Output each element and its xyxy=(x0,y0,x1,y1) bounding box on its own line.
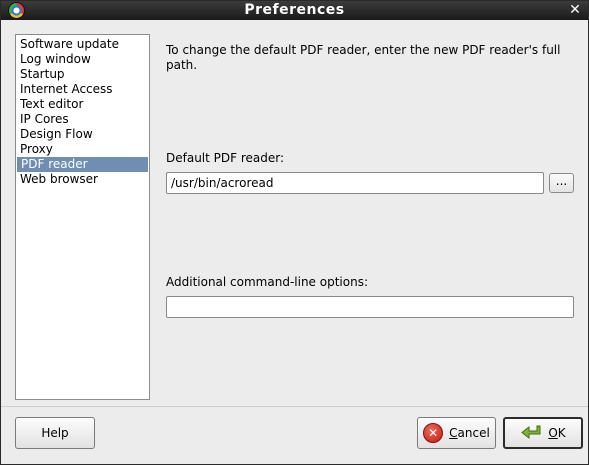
options-input[interactable] xyxy=(166,296,574,318)
description-text: To change the default PDF reader, enter … xyxy=(166,43,561,72)
button-divider xyxy=(1,406,588,407)
cancel-button[interactable]: ✕ Cancel xyxy=(417,417,496,449)
cancel-icon: ✕ xyxy=(423,423,444,443)
ok-button[interactable]: OK xyxy=(503,417,583,449)
sidebar-item-ip-cores[interactable]: IP Cores xyxy=(16,112,149,127)
browse-button[interactable]: ... xyxy=(549,173,574,193)
ok-arrow-icon xyxy=(520,424,544,442)
sidebar-item-startup[interactable]: Startup xyxy=(16,67,149,82)
ok-button-label: OK xyxy=(548,426,566,440)
sidebar-item-software-update[interactable]: Software update xyxy=(16,37,149,52)
sidebar-item-text-editor[interactable]: Text editor xyxy=(16,97,149,112)
sidebar-item-pdf-reader[interactable]: PDF reader xyxy=(17,157,148,172)
preferences-dialog: Preferences ✕ Software update Log window… xyxy=(0,0,589,465)
sidebar-item-log-window[interactable]: Log window xyxy=(16,52,149,67)
window-title: Preferences xyxy=(244,2,345,18)
close-icon[interactable]: ✕ xyxy=(568,1,582,20)
sidebar-item-internet-access[interactable]: Internet Access xyxy=(16,82,149,97)
help-button[interactable]: Help xyxy=(15,417,95,449)
help-button-label: Help xyxy=(41,426,69,440)
sidebar-item-proxy[interactable]: Proxy xyxy=(16,142,149,157)
title-bar[interactable]: Preferences ✕ xyxy=(1,1,588,20)
default-reader-input[interactable]: /usr/bin/acroread xyxy=(166,172,544,194)
sidebar-item-web-browser[interactable]: Web browser xyxy=(16,172,149,187)
sidebar-item-design-flow[interactable]: Design Flow xyxy=(16,127,149,142)
options-label: Additional command-line options: xyxy=(166,275,368,289)
default-reader-label: Default PDF reader: xyxy=(166,151,285,165)
category-list: Software update Log window Startup Inter… xyxy=(15,34,150,400)
cancel-button-label: Cancel xyxy=(449,426,490,440)
